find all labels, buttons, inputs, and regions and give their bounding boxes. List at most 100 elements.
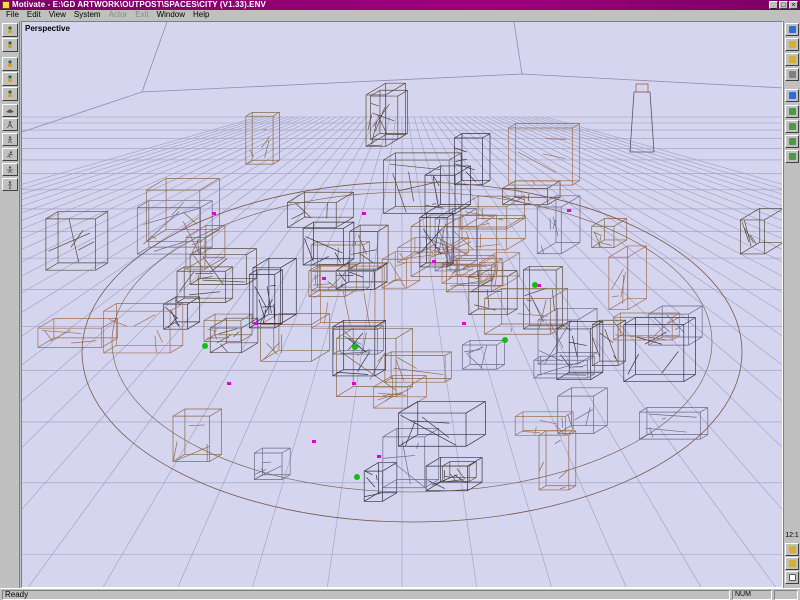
wireframe-object <box>419 213 455 268</box>
spawn-marker <box>532 282 538 288</box>
waypoint-marker <box>322 277 326 280</box>
ship-icon <box>6 108 14 113</box>
wireframe-object <box>523 265 563 330</box>
path-icon <box>788 123 796 130</box>
wireframe-object <box>623 317 696 382</box>
waypoint-marker <box>254 322 258 325</box>
floor-grid <box>22 116 782 587</box>
wireframe-object <box>425 457 483 492</box>
actions-tool[interactable] <box>2 72 18 86</box>
spawn-marker <box>202 343 208 349</box>
wireframe-object <box>479 252 521 287</box>
step-tool[interactable] <box>785 557 799 570</box>
jumping-figure-icon <box>6 150 14 158</box>
status-text: Ready <box>2 589 730 600</box>
menu-bar: File Edit View System Actor Exit Window … <box>0 10 800 20</box>
jump-tool[interactable] <box>2 148 18 161</box>
menu-view[interactable]: View <box>45 10 70 20</box>
perimeter-wall-inner <box>111 191 713 493</box>
waypoint-marker <box>567 209 571 212</box>
edit-actors-tool[interactable] <box>2 23 18 37</box>
path-tool[interactable] <box>785 120 799 133</box>
back-wall-edge <box>22 73 782 133</box>
minimize-button[interactable]: _ <box>769 1 778 9</box>
marker-tool[interactable] <box>785 150 799 163</box>
walking-figure-icon <box>7 135 13 143</box>
wireframe-object <box>333 325 384 355</box>
maximize-button[interactable]: □ <box>779 1 788 9</box>
fall-tool[interactable] <box>2 163 18 176</box>
falling-figure-icon <box>7 165 13 173</box>
actors-alt-tool[interactable] <box>2 57 18 71</box>
waypoint-marker <box>432 260 436 263</box>
wireframe-scene[interactable] <box>22 22 783 588</box>
wireframe-object <box>556 321 604 381</box>
cursor-tool[interactable] <box>785 571 799 584</box>
menu-window[interactable]: Window <box>153 10 189 20</box>
tower-top <box>635 83 649 93</box>
waypoint-marker <box>212 212 216 215</box>
actors-tool[interactable] <box>2 38 18 52</box>
wireframe-object <box>384 351 452 383</box>
light-tool[interactable] <box>785 89 799 102</box>
running-figure-icon <box>6 120 14 128</box>
figure-icon <box>8 75 12 82</box>
pan-icon <box>788 41 796 48</box>
viewport-label: Perspective <box>25 24 70 33</box>
wall-corner-line <box>141 22 168 93</box>
title-bar: Motivate - E:\GD ARTWORK\OUTPOST\SPACES\… <box>0 0 800 10</box>
zoom-readout: 12:1 <box>785 532 799 539</box>
wireframe-object <box>502 180 561 206</box>
right-toolbar: 12:1 <box>783 21 800 588</box>
menu-system[interactable]: System <box>70 10 105 20</box>
figure-icon <box>8 41 12 48</box>
wireframe-object <box>608 245 647 311</box>
node-tool[interactable] <box>785 135 799 148</box>
fit-tool[interactable] <box>785 68 799 81</box>
wireframe-object <box>398 401 486 447</box>
select-tool[interactable] <box>2 87 18 101</box>
spawn-marker <box>352 344 358 350</box>
play-tool[interactable] <box>785 543 799 556</box>
app-icon[interactable] <box>2 1 10 9</box>
waypoint-marker <box>227 382 231 385</box>
perspective-viewport[interactable]: Perspective <box>21 21 783 588</box>
zoom-tool[interactable] <box>785 53 799 66</box>
left-toolbar <box>0 21 20 588</box>
menu-exit[interactable]: Exit <box>131 10 152 20</box>
wireframe-object <box>260 313 331 362</box>
waypoint-marker <box>462 322 466 325</box>
num-lock-indicator: NUM <box>732 589 772 600</box>
node-icon <box>788 138 796 145</box>
menu-help[interactable]: Help <box>189 10 213 20</box>
wireframe-object <box>434 208 477 272</box>
window-controls: _ □ × <box>769 1 800 9</box>
close-button[interactable]: × <box>789 1 798 9</box>
waypoint-marker <box>362 212 366 215</box>
figure-icon <box>8 90 12 97</box>
orbit-icon <box>788 26 796 33</box>
walk-tool[interactable] <box>2 133 18 146</box>
menu-actor[interactable]: Actor <box>105 10 132 20</box>
marker-icon <box>788 153 796 160</box>
play-icon <box>788 546 796 553</box>
wireframe-object <box>172 408 222 462</box>
run-tool[interactable] <box>2 118 18 131</box>
wireframe-object <box>454 133 491 186</box>
spawn-marker <box>502 337 508 343</box>
menu-edit[interactable]: Edit <box>23 10 45 20</box>
step-icon <box>788 560 796 567</box>
wireframe-object <box>442 215 526 251</box>
camera-tool[interactable] <box>785 105 799 118</box>
figure-icon <box>8 26 12 33</box>
pan-tool[interactable] <box>785 38 799 51</box>
zoom-icon <box>788 56 796 63</box>
stand-tool[interactable] <box>2 178 18 191</box>
spawn-marker <box>354 474 360 480</box>
weapon-tool[interactable] <box>2 104 18 117</box>
wireframe-object <box>365 82 406 147</box>
orbit-tool[interactable] <box>785 23 799 36</box>
menu-file[interactable]: File <box>2 10 23 20</box>
window-title: Motivate - E:\GD ARTWORK\OUTPOST\SPACES\… <box>12 0 266 9</box>
camera-icon <box>788 108 796 115</box>
